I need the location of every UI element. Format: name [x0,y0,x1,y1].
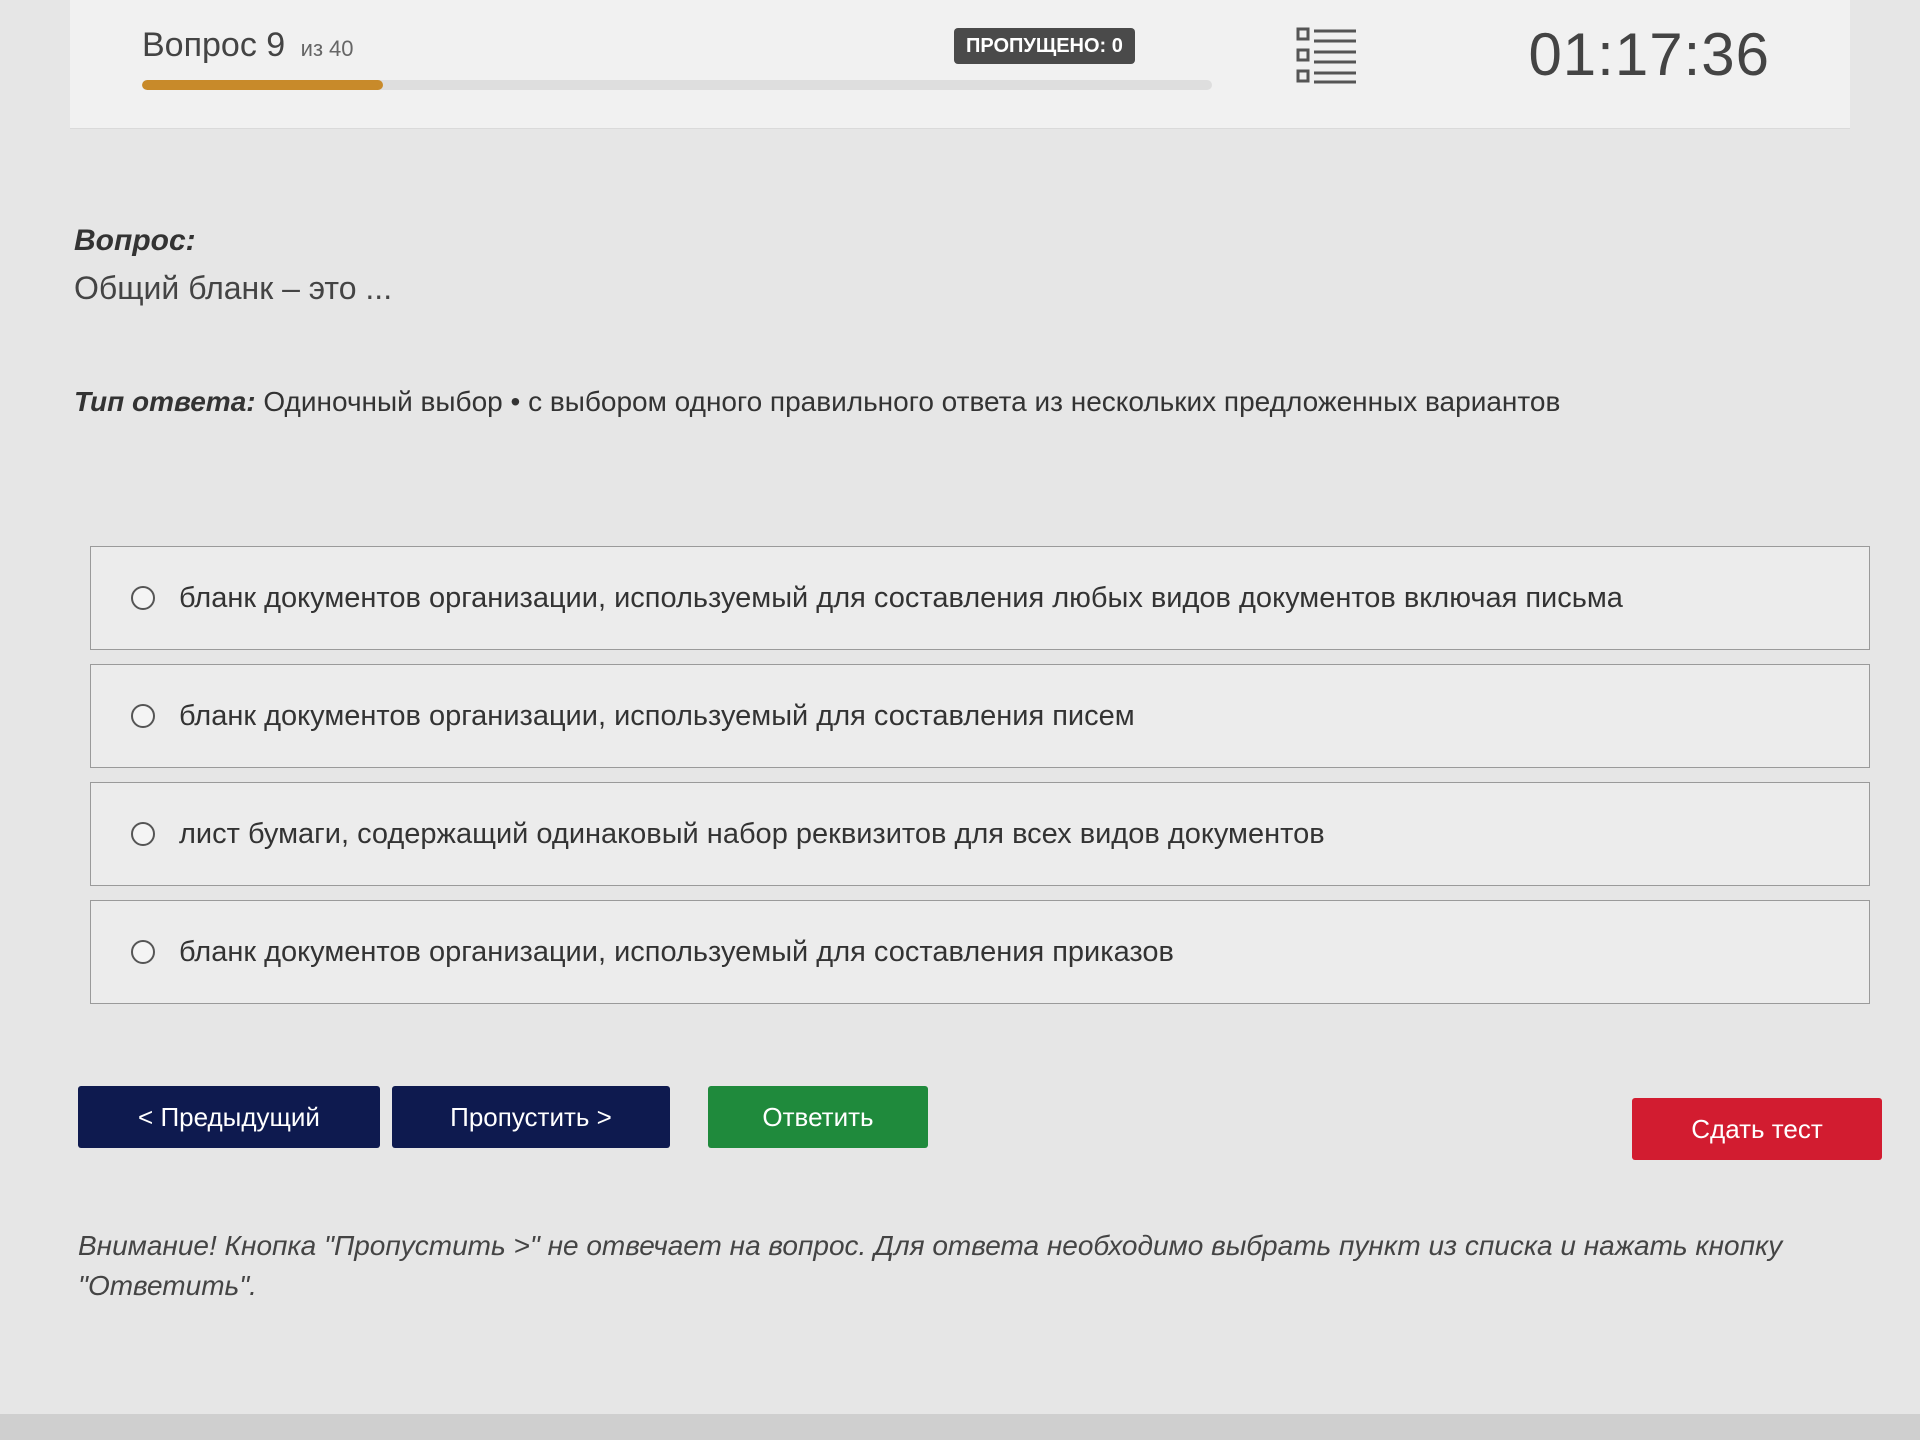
radio-icon[interactable] [131,940,155,964]
previous-button[interactable]: < Предыдущий [78,1086,380,1148]
skip-button[interactable]: Пропустить > [392,1086,670,1148]
list-icon[interactable] [1296,26,1358,84]
submit-test-button[interactable]: Сдать тест [1632,1098,1882,1160]
radio-icon[interactable] [131,704,155,728]
answer-type: Тип ответа: Одиночный выбор • с выбором … [74,386,1560,418]
total-count: 40 [329,36,354,61]
timer: 01:17:36 [1528,21,1770,88]
of-word: из [300,36,324,61]
progress-bar [142,80,1212,90]
answer-button[interactable]: Ответить [708,1086,928,1148]
skipped-badge: ПРОПУЩЕНО: 0 [954,28,1135,64]
question-label: Вопрос: [74,224,196,257]
option-1[interactable]: бланк документов организации, используем… [90,546,1870,650]
warning-text: Внимание! Кнопка "Пропустить >" не отвеч… [78,1230,1783,1301]
radio-icon[interactable] [131,586,155,610]
question-number: 9 [266,26,286,64]
radio-icon[interactable] [131,822,155,846]
question-text: Общий бланк – это ... [74,270,393,306]
option-text: бланк документов организации, используем… [179,935,1174,968]
option-text: бланк документов организации, используем… [179,699,1135,732]
header-bar: Вопрос 9 из 40 ПРОПУЩЕНО: 0 01:17:36 [70,0,1850,129]
progress-fill [142,80,383,90]
option-4[interactable]: бланк документов организации, используем… [90,900,1870,1004]
question-counter: Вопрос 9 из 40 [142,26,354,65]
option-3[interactable]: лист бумаги, содержащий одинаковый набор… [90,782,1870,886]
option-2[interactable]: бланк документов организации, используем… [90,664,1870,768]
answer-type-label: Тип ответа: [74,386,256,417]
question-total: из 40 [301,36,354,61]
option-text: бланк документов организации, используем… [179,581,1623,614]
bottom-strip [0,1414,1920,1440]
options-list: бланк документов организации, используем… [90,546,1870,1018]
question-word: Вопрос [142,26,257,64]
option-text: лист бумаги, содержащий одинаковый набор… [179,817,1325,850]
answer-type-value: Одиночный выбор • с выбором одного прави… [263,386,1561,417]
